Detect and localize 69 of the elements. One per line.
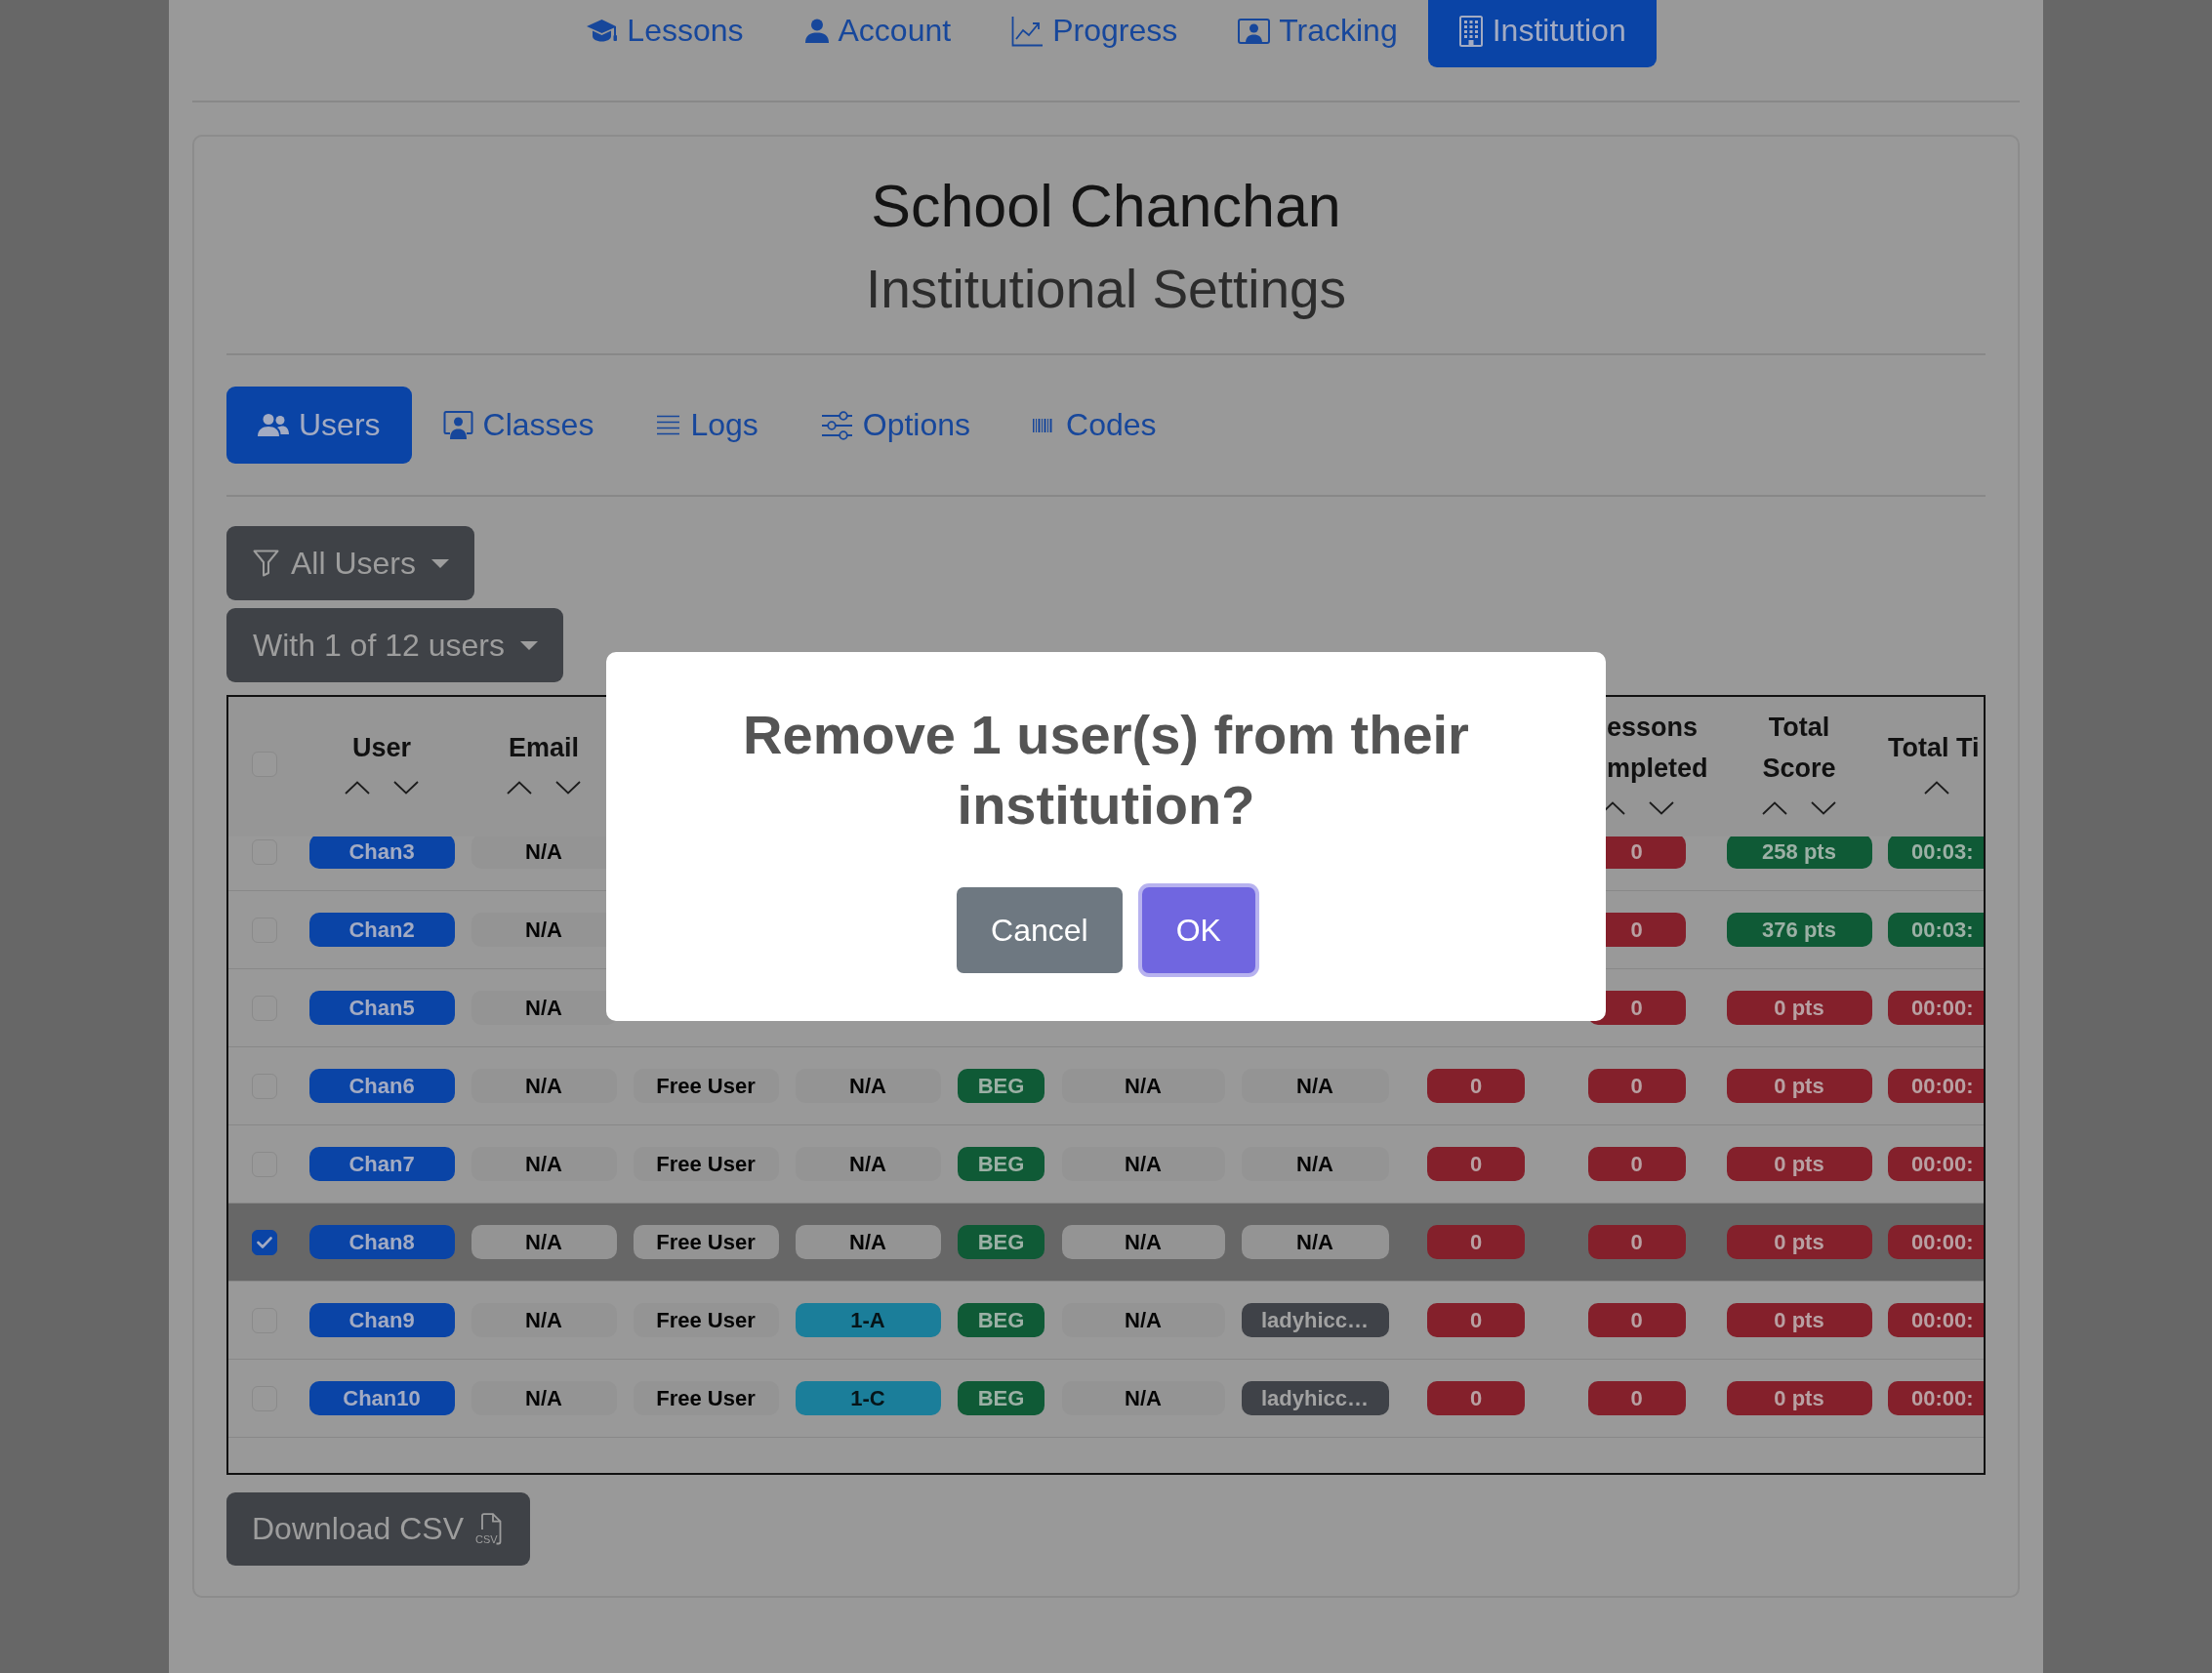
value-badge: N/A [1061, 1225, 1225, 1259]
time-badge: 00:03: [1888, 913, 1984, 947]
email-badge: N/A [471, 1303, 617, 1337]
lessons-badge: 0 [1587, 1225, 1686, 1259]
time-badge: 00:00: [1888, 1225, 1984, 1259]
name-badge: N/A [1241, 1225, 1389, 1259]
count-badge: 0 [1427, 1147, 1525, 1181]
class-badge: 1-C [795, 1381, 941, 1415]
email-badge: N/A [471, 1069, 617, 1103]
institution-name: School Chanchan [870, 172, 1342, 241]
username-badge: Chan5 [308, 991, 455, 1025]
score-badge: 0 pts [1726, 1381, 1872, 1415]
score-badge: 0 pts [1726, 1147, 1872, 1181]
username-badge: Chan3 [308, 836, 455, 869]
level-badge: BEG [958, 1147, 1045, 1181]
class-badge: N/A [795, 1225, 941, 1259]
plan-badge: Free User [633, 1147, 779, 1181]
score-badge: 258 pts [1726, 836, 1872, 869]
level-badge: BEG [958, 1381, 1045, 1415]
time-badge: 00:03: [1888, 836, 1984, 869]
time-badge: 00:00: [1888, 1303, 1984, 1337]
class-badge: N/A [795, 1147, 941, 1181]
name-badge: N/A [1241, 1069, 1389, 1103]
lessons-badge: 0 [1587, 1381, 1686, 1415]
email-badge: N/A [471, 1225, 617, 1259]
lessons-badge: 0 [1587, 1147, 1686, 1181]
level-badge: BEG [958, 1303, 1045, 1337]
score-badge: 0 pts [1726, 1225, 1872, 1259]
email-badge: N/A [471, 991, 617, 1025]
value-badge: N/A [1061, 1303, 1225, 1337]
username-badge: Chan2 [308, 913, 455, 947]
level-badge: BEG [958, 1069, 1045, 1103]
username-badge: Chan8 [308, 1225, 455, 1259]
time-badge: 00:00: [1888, 1147, 1984, 1181]
value-badge: N/A [1061, 1069, 1225, 1103]
plan-badge: Free User [633, 1069, 779, 1103]
name-badge: ladyhicc… [1241, 1381, 1389, 1415]
time-badge: 00:00: [1888, 1381, 1984, 1415]
class-badge: 1-A [795, 1303, 941, 1337]
lessons-badge: 0 [1587, 1303, 1686, 1337]
plan-badge: Free User [633, 1381, 779, 1415]
score-badge: 0 pts [1726, 1069, 1872, 1103]
level-badge: BEG [958, 1225, 1045, 1259]
file-type-label: CSV [475, 1532, 498, 1545]
score-badge: 376 pts [1726, 913, 1872, 947]
settings-title: Institutional Settings [864, 258, 1348, 321]
time-badge: 00:00: [1888, 1069, 1984, 1103]
email-badge: N/A [471, 1381, 617, 1415]
lessons-badge: 0 [1587, 1069, 1686, 1103]
value-badge: N/A [1061, 1147, 1225, 1181]
time-badge: 00:00: [1888, 991, 1984, 1025]
username-badge: Chan6 [308, 1069, 455, 1103]
email-badge: N/A [471, 1147, 617, 1181]
name-badge: ladyhicc… [1241, 1303, 1389, 1337]
plan-badge: Free User [633, 1225, 779, 1259]
count-badge: 0 [1427, 1381, 1525, 1415]
count-badge: 0 [1427, 1069, 1525, 1103]
name-badge: N/A [1241, 1147, 1389, 1181]
dialog-title: Remove 1 user(s) from their institution? [742, 703, 1470, 837]
value-badge: N/A [1061, 1381, 1225, 1415]
class-badge: N/A [795, 1069, 941, 1103]
username-badge: Chan9 [308, 1303, 455, 1337]
username-badge: Chan10 [308, 1381, 455, 1415]
count-badge: 0 [1427, 1225, 1525, 1259]
score-badge: 0 pts [1726, 991, 1872, 1025]
plan-badge: Free User [633, 1303, 779, 1337]
score-badge: 0 pts [1726, 1303, 1872, 1337]
username-badge: Chan7 [308, 1147, 455, 1181]
count-badge: 0 [1427, 1303, 1525, 1337]
